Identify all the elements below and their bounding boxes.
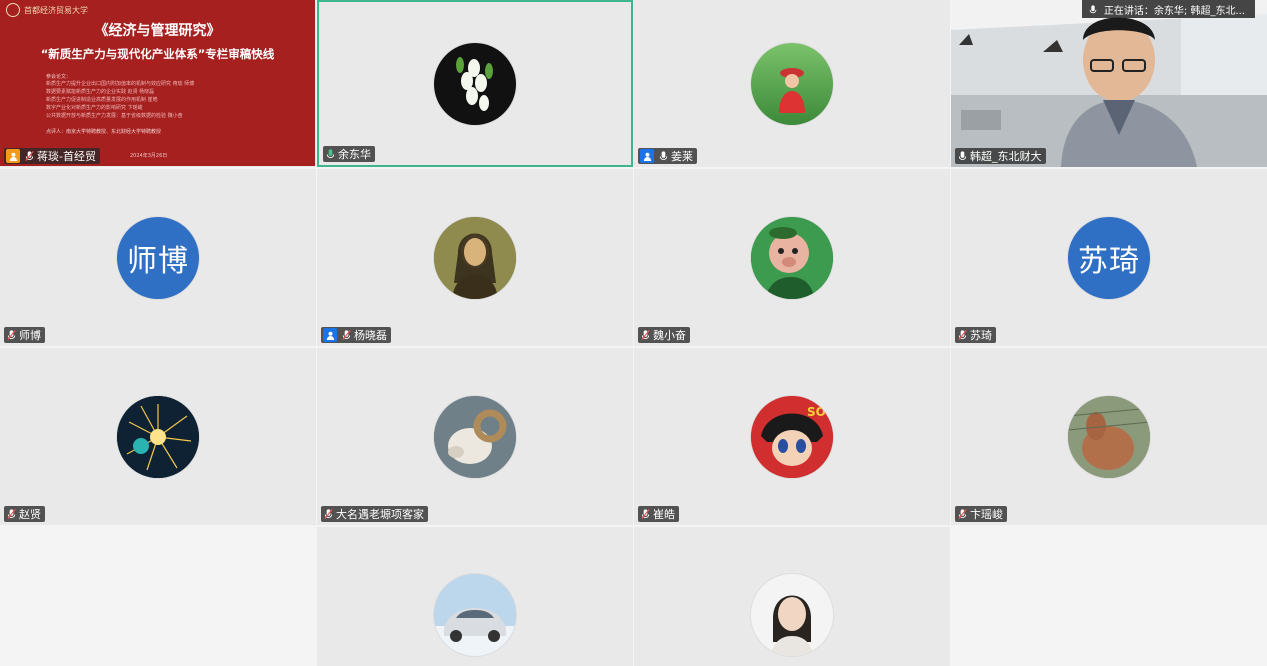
avatar <box>1068 395 1150 478</box>
slide-title: 《经济与管理研究》 <box>94 23 221 39</box>
participant-name: 杨晓磊 <box>354 329 387 342</box>
participant-label: 韩超_东北财大 <box>955 148 1046 164</box>
mic-muted-icon <box>641 330 650 340</box>
participant-name: 大名遇老塬项客家 <box>336 508 424 521</box>
svg-text:SO: SO <box>807 405 826 419</box>
tile-yangxiaolei[interactable]: 杨晓磊 <box>317 169 633 346</box>
tile-bianyaojun[interactable]: 卞瑶峻 <box>951 348 1267 525</box>
participant-name: 姜莱 <box>671 150 693 163</box>
speaking-indicator: 正在讲话：余东华; 韩超_东北... <box>1081 0 1255 18</box>
mic-muted-icon <box>958 509 967 519</box>
participant-name: 崔皓 <box>653 508 675 521</box>
participant-label: 卞瑶峻 <box>955 506 1007 522</box>
tile-cuihao[interactable]: SO 崔皓 <box>634 348 950 525</box>
avatar <box>434 574 516 656</box>
slide-papers-heading: 参会论文： <box>46 74 72 80</box>
avatar: 师博 <box>117 216 199 299</box>
participant-name: 余东华 <box>338 148 371 161</box>
tile-hanchao[interactable]: 正在讲话：余东华; 韩超_东北... 韩超_东北财大 <box>951 0 1267 167</box>
shared-slide: 首都经济贸易大学 《经济与管理研究》 “新质生产力与现代化产业体系”专栏审稿快线… <box>0 0 315 166</box>
host-icon <box>323 328 337 342</box>
tile-shibo[interactable]: 师博 师博 <box>0 169 316 346</box>
slide-papers: 新质生产力提升企业出口国内附加值率的机制与效应研究 蒋琰 师博 数据要素赋能新质… <box>46 81 195 119</box>
slide-subtitle: “新质生产力与现代化产业体系”专栏审稿快线 <box>40 47 275 61</box>
mic-muted-icon <box>342 330 351 340</box>
university-seal-icon <box>6 3 20 17</box>
mic-icon <box>1089 4 1097 13</box>
participant-name: 卞瑶峻 <box>970 508 1003 521</box>
participant-name: 苏琦 <box>970 329 992 342</box>
tile-jianglai[interactable]: 姜莱 <box>634 0 950 167</box>
mic-muted-icon <box>7 509 16 519</box>
mic-muted-icon <box>7 330 16 340</box>
participant-label: 杨晓磊 <box>321 327 391 343</box>
participant-name: 魏小奋 <box>653 329 686 342</box>
tile-empty <box>0 527 316 666</box>
participant-label: 赵贤 <box>4 506 45 522</box>
mic-muted-icon <box>324 509 333 519</box>
participant-label: 余东华 <box>323 146 375 162</box>
participant-label: 崔皓 <box>638 506 679 522</box>
avatar <box>434 216 516 299</box>
participant-name: 韩超_东北财大 <box>970 150 1042 163</box>
tile-damingyu[interactable]: 大名遇老塬项客家 <box>317 348 633 525</box>
avatar: SO <box>751 395 833 478</box>
slide-org: 首都经济贸易大学 <box>24 5 88 15</box>
tile-zhaoxian[interactable]: 赵贤 <box>0 348 316 525</box>
slide-reviewers: 点评人：南京大学特聘教授、东北财经大学特聘教授 <box>46 129 162 135</box>
tile-empty-2 <box>951 527 1267 666</box>
participant-label: 师博 <box>4 327 45 343</box>
avatar <box>751 574 833 656</box>
tile-yudonghua[interactable]: 余东华 <box>317 0 633 167</box>
mic-muted-icon <box>641 509 650 519</box>
tile-weixiaofen[interactable]: 魏小奋 <box>634 169 950 346</box>
mic-icon <box>659 151 668 161</box>
participant-name: 蒋琰-首经贸 <box>37 150 96 163</box>
video-feed <box>951 0 1267 167</box>
avatar <box>751 216 833 299</box>
tile-suqi[interactable]: 苏琦 苏琦 <box>951 169 1267 346</box>
tile-car[interactable] <box>317 527 633 666</box>
tile-jiangyan[interactable]: 首都经济贸易大学 《经济与管理研究》 “新质生产力与现代化产业体系”专栏审稿快线… <box>0 0 316 167</box>
participant-label: 蒋琰-首经贸 <box>4 148 100 164</box>
participant-label: 大名遇老塬项客家 <box>321 506 428 522</box>
host-icon <box>640 149 654 163</box>
tile-woman[interactable] <box>634 527 950 666</box>
mic-icon <box>958 151 967 161</box>
avatar: 苏琦 <box>1068 216 1150 299</box>
host-icon <box>6 149 20 163</box>
participant-label: 姜莱 <box>638 148 697 164</box>
participant-label: 苏琦 <box>955 327 996 343</box>
avatar <box>434 42 516 125</box>
mic-muted-icon <box>958 330 967 340</box>
participant-label: 魏小奋 <box>638 327 690 343</box>
avatar <box>117 395 199 478</box>
participant-name: 赵贤 <box>19 508 41 521</box>
avatar <box>434 395 516 478</box>
mic-muted-icon <box>25 151 34 161</box>
slide-date: 2024年3月26日 <box>130 153 168 159</box>
avatar <box>751 42 833 125</box>
mic-active-icon <box>326 149 335 159</box>
speaking-text: 正在讲话：余东华; 韩超_东北... <box>1103 5 1245 17</box>
participant-name: 师博 <box>19 329 41 342</box>
